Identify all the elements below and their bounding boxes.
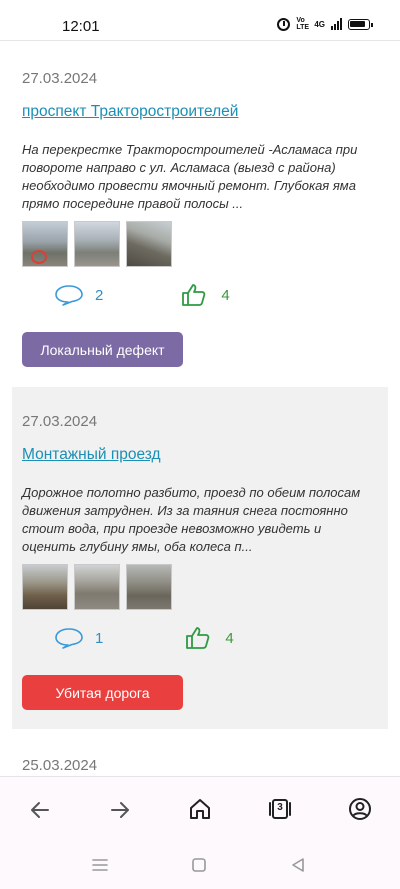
network-type-indicator: 4G — [314, 19, 325, 29]
report-card[interactable]: 27.03.2024 Монтажный проезд Дорожное пол… — [12, 387, 388, 729]
report-counters: 2 4 — [54, 283, 230, 307]
photo-thumbnail[interactable] — [126, 221, 172, 267]
category-badge-button[interactable]: Убитая дорога — [22, 675, 183, 710]
comment-count: 1 — [95, 629, 104, 647]
comment-icon[interactable] — [54, 284, 84, 306]
report-description: Дорожное полотно разбито, проезд по обеи… — [22, 485, 361, 554]
report-card[interactable]: 27.03.2024 проспект Тракторостроителей Н… — [12, 44, 388, 384]
browser-toolbar: 3 — [0, 776, 400, 843]
alarm-icon — [277, 17, 291, 31]
photo-thumbnail[interactable] — [74, 221, 120, 267]
photo-thumbnail[interactable] — [22, 221, 68, 267]
report-street-link[interactable]: Монтажный проезд — [22, 446, 161, 464]
signal-icon — [331, 18, 342, 30]
photo-thumbnail[interactable] — [74, 564, 120, 610]
report-description: На перекрестке Тракторостроителей -Аслам… — [22, 142, 358, 211]
thumbs-up-icon[interactable] — [181, 283, 207, 307]
photo-thumbnails — [22, 564, 172, 610]
thumbs-up-icon[interactable] — [185, 626, 211, 650]
forward-arrow-icon[interactable] — [108, 798, 132, 822]
like-count: 4 — [225, 629, 234, 647]
battery-icon — [348, 18, 373, 30]
tabs-icon[interactable]: 3 — [268, 797, 292, 821]
recents-icon[interactable] — [91, 857, 109, 873]
back-arrow-icon[interactable] — [28, 798, 52, 822]
category-badge-button[interactable]: Локальный дефект — [22, 332, 183, 367]
status-time: 12:01 — [62, 18, 100, 35]
tab-count: 3 — [277, 802, 283, 813]
comment-count: 2 — [95, 286, 104, 304]
status-bar: 12:01 Vo LTE 4G — [0, 0, 400, 41]
report-street-link[interactable]: проспект Тракторостроителей — [22, 103, 238, 121]
report-date: 25.03.2024 — [22, 757, 98, 774]
system-navigation-bar — [0, 842, 400, 889]
report-counters: 1 4 — [54, 626, 234, 650]
home-icon[interactable] — [188, 797, 212, 821]
like-count: 4 — [221, 286, 230, 304]
volte-indicator: Vo LTE — [296, 17, 310, 31]
comment-icon[interactable] — [54, 627, 84, 649]
report-card[interactable]: 25.03.2024 — [12, 729, 388, 776]
report-date: 27.03.2024 — [22, 70, 98, 87]
home-square-icon[interactable] — [191, 857, 207, 873]
status-icons: Vo LTE 4G — [277, 17, 373, 31]
photo-thumbnail[interactable] — [126, 564, 172, 610]
account-icon[interactable] — [348, 797, 372, 821]
back-triangle-icon[interactable] — [290, 857, 306, 873]
photo-thumbnails — [22, 221, 172, 267]
report-date: 27.03.2024 — [22, 413, 98, 430]
photo-thumbnail[interactable] — [22, 564, 68, 610]
